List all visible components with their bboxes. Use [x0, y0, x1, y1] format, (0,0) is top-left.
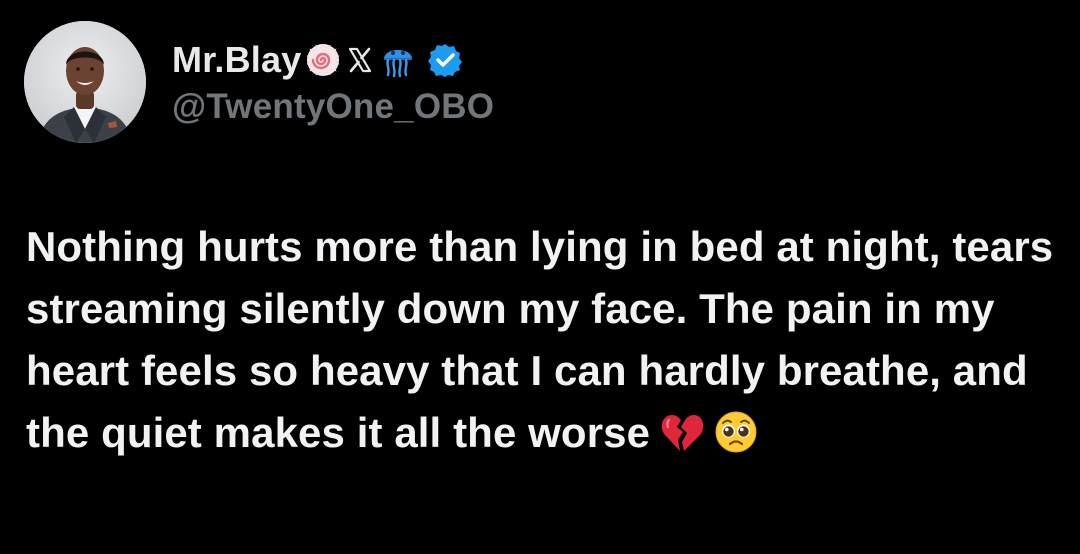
- author-handle[interactable]: @TwentyOne_OBO: [172, 87, 494, 127]
- tweet-header: Mr.Blay @TwentyOne_OBO: [24, 20, 494, 144]
- verified-badge-icon: [427, 42, 463, 78]
- jellyfish-icon: [379, 41, 417, 79]
- broken-heart-icon: [660, 411, 704, 453]
- display-name[interactable]: Mr.Blay: [172, 39, 301, 81]
- x-logo-icon: [345, 45, 375, 75]
- tweet-card: Mr.Blay @TwentyOne_OBO Nothing hurts mor…: [0, 0, 1080, 554]
- author-identity: Mr.Blay @TwentyOne_OBO: [172, 37, 494, 127]
- pleading-face-icon: [714, 410, 758, 454]
- tweet-text-container: Nothing hurts more than lying in bed at …: [26, 216, 1066, 464]
- avatar[interactable]: [24, 21, 146, 143]
- tweet-text: Nothing hurts more than lying in bed at …: [26, 223, 1054, 456]
- emoji-row: [660, 410, 768, 454]
- name-row: Mr.Blay: [172, 37, 494, 83]
- fishcake-icon: [305, 42, 341, 78]
